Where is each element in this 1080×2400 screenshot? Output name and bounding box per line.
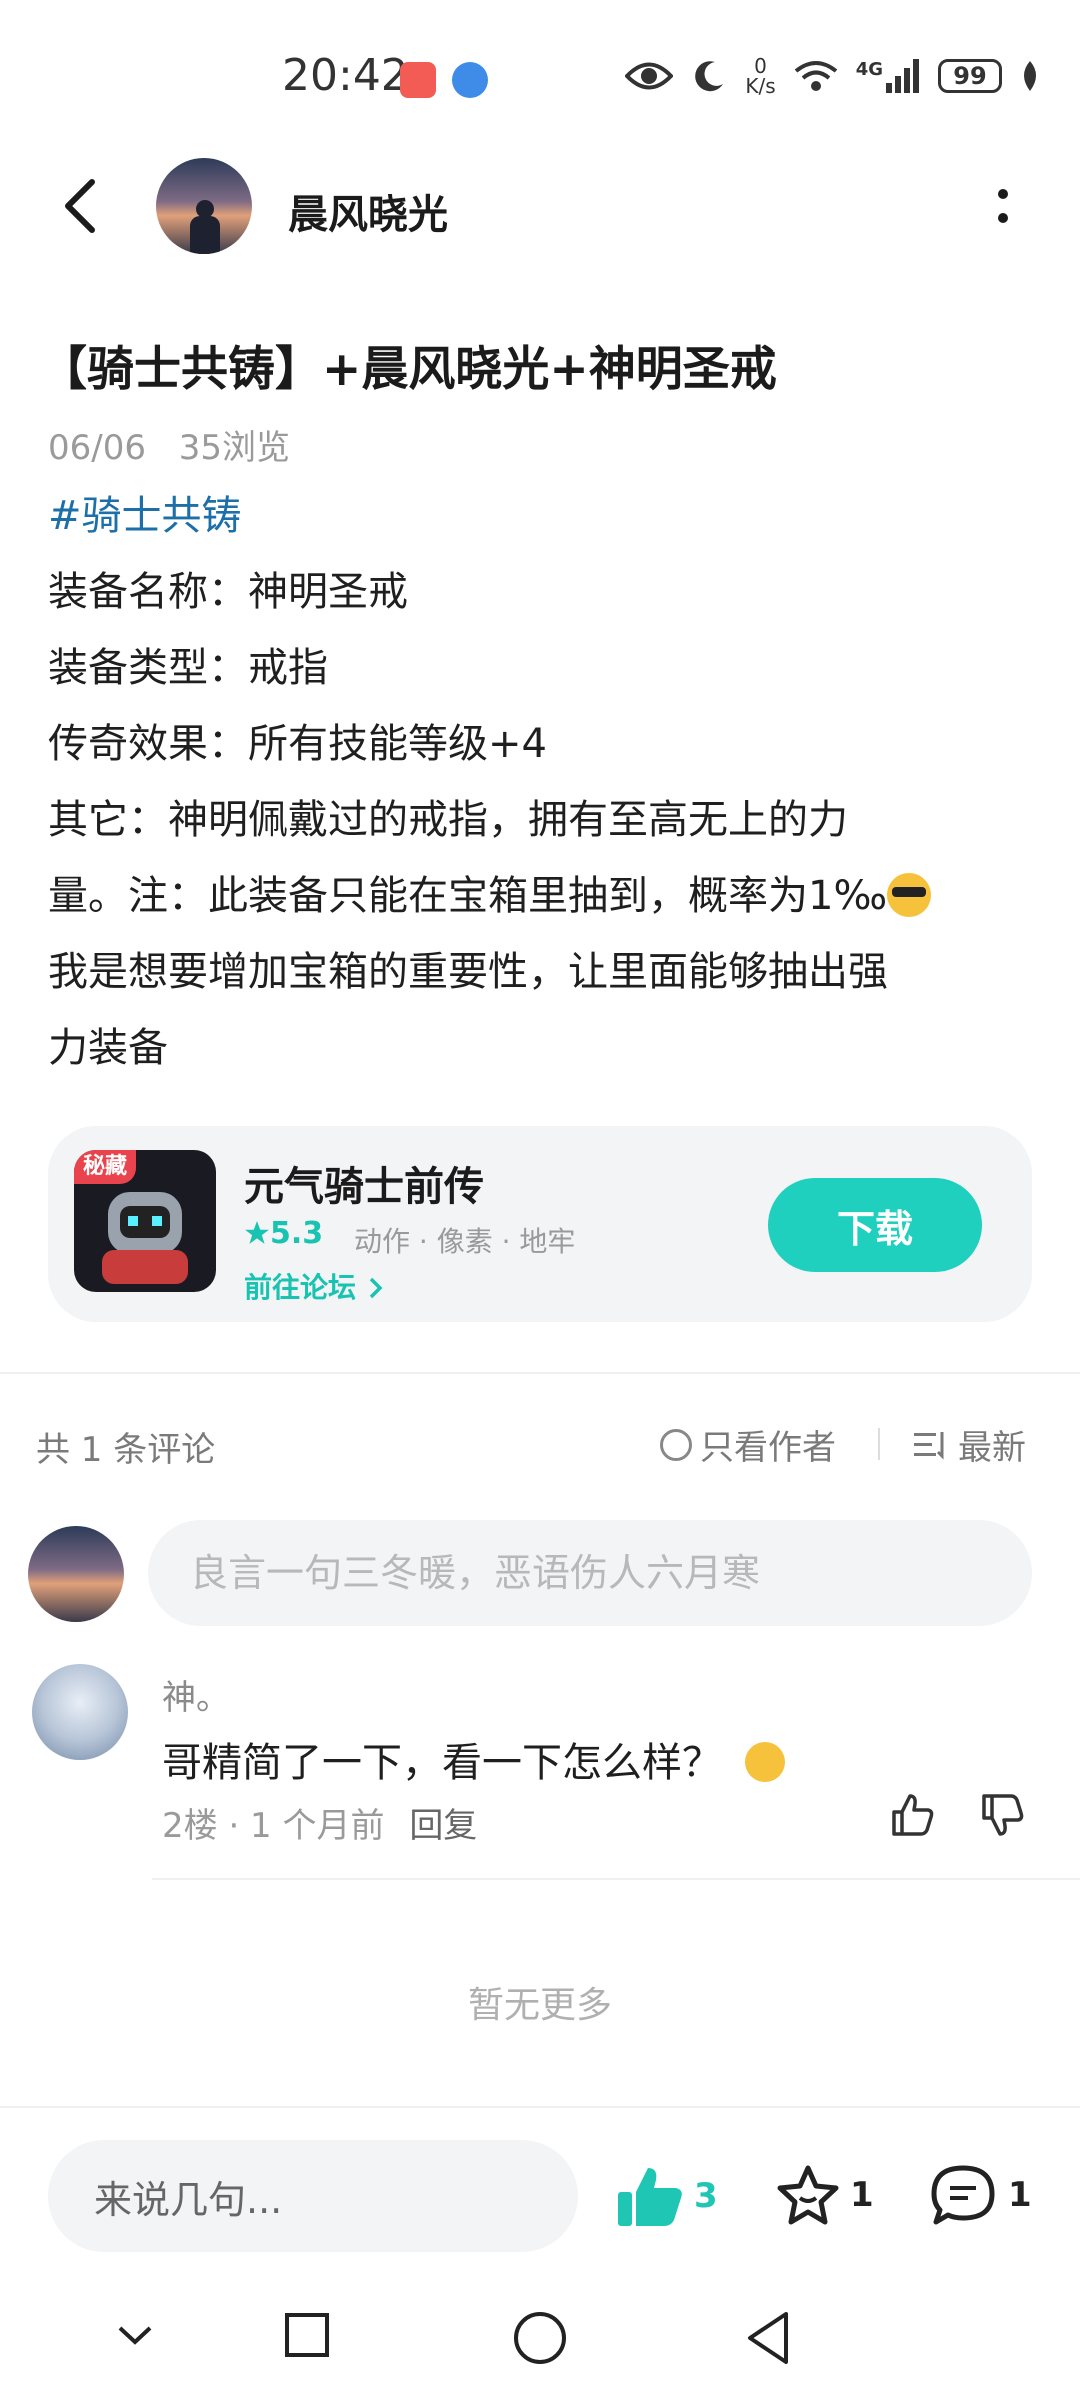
comment-floor-time: 2楼 · 1 个月前 [162, 1806, 385, 1846]
app-rating: 5.3 [244, 1216, 323, 1251]
thumbs-up-filled-icon [618, 2168, 682, 2226]
like-count: 3 [694, 2176, 718, 2216]
app-badge: 秘藏 [74, 1150, 136, 1184]
status-icons: 0 K/s 4G 99 [625, 56, 1040, 96]
favorite-button[interactable]: 1 [776, 2164, 874, 2226]
author-avatar[interactable] [156, 158, 252, 254]
app-card[interactable]: 秘藏 元气骑士前传 5.3 动作 · 像素 · 地牢 前往论坛 下载 [48, 1126, 1032, 1322]
huawei-store-icon [400, 62, 436, 98]
more-options-button[interactable] [988, 182, 1018, 232]
eye-icon [625, 62, 674, 90]
sort-newest-button[interactable]: 最新 [914, 1420, 1026, 1469]
post-line: 传奇效果：所有技能等级+4 [48, 721, 547, 767]
comment-bubble-icon [931, 2165, 995, 2225]
reply-button[interactable]: 回复 [409, 1806, 477, 1846]
forum-link[interactable]: 前往论坛 [244, 1266, 386, 1306]
radio-icon [660, 1428, 692, 1461]
signal-indicator: 4G [856, 59, 920, 93]
nav-back-icon[interactable] [744, 2310, 794, 2366]
comment-input[interactable] [148, 1520, 1032, 1626]
battery-indicator: 99 [938, 59, 1002, 93]
signal-icon [886, 59, 919, 93]
chevron-right-icon [369, 1277, 383, 1299]
post-views: 35浏览 [178, 428, 291, 468]
bottom-comment-input[interactable]: 来说几句... [48, 2140, 578, 2252]
post-line: 其它：神明佩戴过的戒指，拥有至高无上的力 [48, 797, 848, 843]
commenter-avatar[interactable] [32, 1664, 128, 1760]
no-more-text: 暂无更多 [467, 1985, 612, 2026]
comment-count: 共 1 条评论 [36, 1430, 216, 1470]
comment-text: 哥精简了一下，看一下怎么样？ [162, 1730, 785, 1788]
topic-tag[interactable]: #骑士共铸 [48, 478, 1038, 554]
divider [0, 1372, 1080, 1374]
app-name[interactable]: 元气骑士前传 [244, 1154, 484, 1212]
separator [878, 1428, 880, 1460]
comment-button[interactable]: 1 [930, 2164, 1032, 2226]
sort-icon [914, 1431, 944, 1460]
nav-home-icon[interactable] [512, 2310, 568, 2366]
thumbs-down-icon[interactable] [978, 1790, 1028, 1840]
post-body: #骑士共铸 装备名称：神明圣戒 装备类型：戒指 传奇效果：所有技能等级+4 其它… [48, 478, 1038, 1086]
browser-icon [452, 62, 488, 98]
comment-meta: 2楼 · 1 个月前 回复 [162, 1798, 477, 1847]
nav-collapse-icon[interactable] [110, 2310, 160, 2360]
app-tags: 动作 · 像素 · 地牢 [354, 1225, 576, 1258]
divider [152, 1878, 1080, 1880]
leaf-icon [1024, 61, 1036, 91]
commenter-name[interactable]: 神。 [162, 1670, 230, 1719]
download-button[interactable]: 下载 [768, 1178, 982, 1272]
dizzy-face-emoji-icon [744, 1742, 785, 1782]
post-date: 06/06 [48, 428, 146, 468]
divider [0, 2106, 1080, 2108]
sunglasses-emoji-icon [887, 873, 932, 917]
net-speed: 0 K/s [745, 54, 776, 98]
wifi-icon [794, 61, 837, 91]
post-line: 装备类型：戒指 [48, 645, 328, 691]
back-button[interactable] [56, 176, 106, 236]
star-icon [245, 1221, 269, 1244]
only-author-toggle[interactable]: 只看作者 [660, 1420, 836, 1469]
post-line-with-emoji: 量。注：此装备只能在宝箱里抽到，概率为1‰ [48, 858, 1038, 934]
comment-count-badge: 1 [1008, 2175, 1032, 2215]
like-button[interactable]: 3 [616, 2164, 718, 2228]
post-meta: 06/06 35浏览 [48, 420, 312, 469]
moon-icon [695, 61, 724, 92]
post-line: 我是想要增加宝箱的重要性，让里面能够抽出强 [48, 949, 888, 995]
post-line: 装备名称：神明圣戒 [48, 569, 408, 615]
my-avatar [28, 1526, 124, 1622]
star-outline-icon [777, 2165, 839, 2225]
status-time: 20:42 [282, 50, 409, 101]
favorite-count: 1 [850, 2175, 874, 2215]
author-name[interactable]: 晨风晓光 [288, 182, 448, 240]
app-icon[interactable]: 秘藏 [74, 1150, 216, 1292]
post-title: 【骑士共铸】+晨风晓光+神明圣戒 [40, 342, 777, 397]
post-line: 力装备 [48, 1025, 168, 1071]
nav-recents-icon[interactable] [282, 2310, 332, 2360]
thumbs-up-icon[interactable] [888, 1790, 938, 1840]
